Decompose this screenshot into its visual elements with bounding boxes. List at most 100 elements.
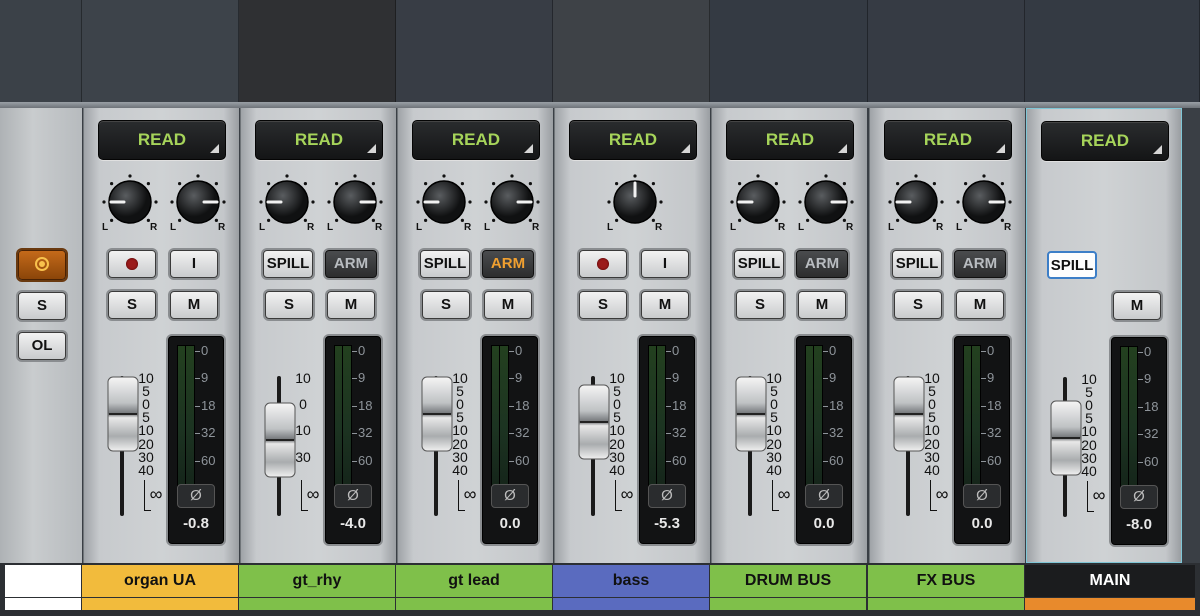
mute-button[interactable]: M — [327, 291, 375, 319]
fader-scale-bracket — [930, 480, 937, 511]
level-meter: 0 9 18 32 60 Ø -8.0 — [1111, 337, 1167, 545]
meter-scale-mark: 9 — [987, 370, 995, 385]
channel-name-drum-bus[interactable]: DRUM BUS — [710, 565, 866, 597]
meter-scale-mark: 32 — [987, 425, 1002, 440]
arm-button[interactable]: ARM — [796, 250, 848, 278]
volume-fader[interactable] — [420, 375, 454, 453]
automation-mode-selector[interactable]: READ — [569, 120, 697, 160]
meter-tick — [981, 433, 986, 434]
solo-button[interactable]: S — [108, 291, 156, 319]
pan-left-label: L — [416, 222, 423, 233]
arm-button[interactable]: ARM — [325, 250, 377, 278]
pan-left-label: L — [327, 222, 334, 233]
spill-button[interactable]: SPILL — [1047, 251, 1097, 279]
mute-button[interactable]: M — [956, 291, 1004, 319]
phase-invert-button[interactable]: Ø — [491, 484, 529, 508]
dropdown-triangle-icon — [996, 144, 1005, 153]
track-overview-7 — [1025, 0, 1200, 104]
volume-fader[interactable] — [263, 401, 297, 479]
volume-fader[interactable] — [577, 383, 611, 461]
meter-scale-mark: 32 — [829, 425, 844, 440]
spill-button[interactable]: SPILL — [263, 250, 313, 278]
volume-fader[interactable] — [892, 375, 926, 453]
input-monitor-button[interactable]: I — [170, 250, 218, 278]
solo-button[interactable]: S — [736, 291, 784, 319]
solo-button[interactable]: S — [894, 291, 942, 319]
phase-invert-button[interactable]: Ø — [177, 484, 215, 508]
mute-button[interactable]: M — [1113, 292, 1161, 320]
pan-left-label: L — [102, 222, 109, 233]
fader-scale-mark: 10 — [295, 370, 311, 386]
phase-invert-button[interactable]: Ø — [805, 484, 843, 508]
channel-name-gt-lead[interactable]: gt lead — [396, 565, 552, 597]
meter-tick — [666, 461, 671, 462]
meter-tick — [1138, 434, 1143, 435]
automation-mode-selector[interactable]: READ — [255, 120, 383, 160]
meter-scale-mark: 0 — [201, 343, 209, 358]
pan-right-label: R — [1004, 222, 1012, 233]
fader-scale-mark: 40 — [766, 462, 782, 478]
track-overview-2 — [239, 0, 396, 104]
automation-mode-selector[interactable]: READ — [98, 120, 226, 160]
pan-left-label: L — [259, 222, 266, 233]
left-name-blank — [5, 565, 81, 597]
mute-button[interactable]: M — [484, 291, 532, 319]
spill-button[interactable]: SPILL — [734, 250, 784, 278]
solo-button[interactable]: S — [579, 291, 627, 319]
monitor-icon — [35, 257, 49, 271]
meter-scale-mark: 60 — [358, 453, 373, 468]
channel-color-bar — [868, 598, 1024, 610]
meter-bars — [177, 345, 195, 487]
gain-readout: -4.0 — [340, 515, 366, 532]
channel-color-bar — [710, 598, 866, 610]
fader-scale-mark: 40 — [452, 462, 468, 478]
meter-scale-mark: 9 — [1144, 371, 1152, 386]
channel-name-gt-rhy[interactable]: gt_rhy — [239, 565, 395, 597]
pan-left-label: L — [607, 222, 614, 233]
automation-mode-selector[interactable]: READ — [412, 120, 540, 160]
meter-tick — [509, 351, 514, 352]
pan-right-label: R — [307, 222, 315, 233]
automation-mode-selector[interactable]: READ — [884, 120, 1012, 160]
monitor-toggle-button[interactable] — [18, 250, 66, 280]
meter-tick — [195, 351, 200, 352]
automation-mode-selector[interactable]: READ — [726, 120, 854, 160]
meter-scale-mark: 60 — [672, 453, 687, 468]
meter-tick — [666, 351, 671, 352]
meter-scale-mark: 32 — [672, 425, 687, 440]
record-enable-button[interactable] — [108, 250, 156, 278]
volume-fader[interactable] — [106, 375, 140, 453]
channel-name-bass[interactable]: bass — [553, 565, 709, 597]
spill-button[interactable]: SPILL — [892, 250, 942, 278]
mute-button[interactable]: M — [641, 291, 689, 319]
record-enable-button[interactable] — [579, 250, 627, 278]
channel-color-bar — [1025, 598, 1195, 610]
meter-scale-mark: 32 — [1144, 426, 1159, 441]
solo-button[interactable]: S — [265, 291, 313, 319]
input-monitor-button[interactable]: I — [641, 250, 689, 278]
phase-invert-button[interactable]: Ø — [334, 484, 372, 508]
meter-scale-mark: 18 — [515, 398, 530, 413]
overload-clear-button[interactable]: OL — [18, 332, 66, 360]
volume-fader[interactable] — [734, 375, 768, 453]
solo-button[interactable]: S — [422, 291, 470, 319]
level-meter: 0 9 18 32 60 Ø -0.8 — [168, 336, 224, 544]
mute-button[interactable]: M — [798, 291, 846, 319]
spill-button[interactable]: SPILL — [420, 250, 470, 278]
volume-fader[interactable] — [1049, 399, 1083, 477]
channel-name-main[interactable]: MAIN — [1025, 565, 1195, 597]
phase-invert-button[interactable]: Ø — [963, 484, 1001, 508]
meter-bars — [334, 345, 352, 487]
phase-invert-button[interactable]: Ø — [1120, 485, 1158, 509]
arm-button[interactable]: ARM — [482, 250, 534, 278]
phase-invert-button[interactable]: Ø — [648, 484, 686, 508]
channel-name-fx-bus[interactable]: FX BUS — [868, 565, 1024, 597]
meter-scale-mark: 18 — [987, 398, 1002, 413]
solo-clear-button[interactable]: S — [18, 292, 66, 320]
channel-name-organ-ua[interactable]: organ UA — [82, 565, 238, 597]
automation-mode-selector[interactable]: READ — [1041, 121, 1169, 161]
mute-button[interactable]: M — [170, 291, 218, 319]
meter-scale-mark: 0 — [829, 343, 837, 358]
pan-right-label: R — [655, 222, 663, 233]
arm-button[interactable]: ARM — [954, 250, 1006, 278]
